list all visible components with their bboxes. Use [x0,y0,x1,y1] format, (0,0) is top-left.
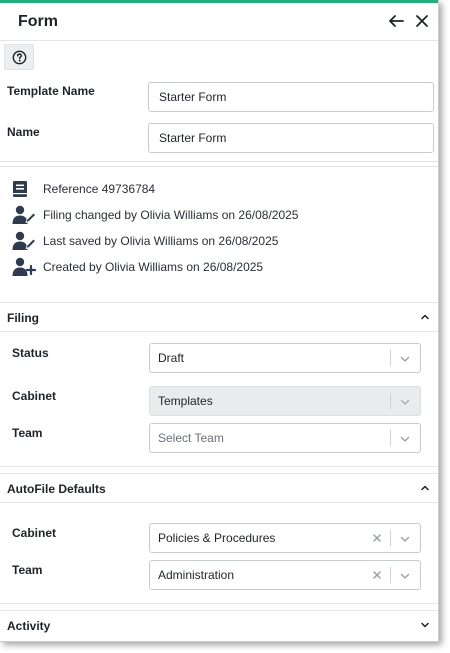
cabinet-label: Cabinet [12,389,57,403]
status-select[interactable]: Draft [149,343,421,373]
name-label: Name [7,125,40,139]
clear-icon[interactable] [371,569,383,581]
autofile-cabinet-select[interactable]: Policies & Procedures [149,523,421,553]
clear-icon[interactable] [371,532,383,544]
select-separator [390,350,391,366]
divider [0,161,438,162]
back-arrow-icon[interactable] [386,11,406,31]
reference-row: Reference 49736784 [12,179,155,199]
chevron-down-icon [399,396,411,408]
template-name-label: Template Name [7,84,95,98]
template-name-input[interactable] [148,82,434,112]
last-saved-text: Last saved by Olivia Williams on 26/08/2… [43,234,279,248]
close-icon[interactable] [412,11,432,31]
chevron-down-icon[interactable] [399,353,411,365]
activity-section-title: Activity [7,619,51,633]
chevron-down-icon[interactable] [399,433,411,445]
chevron-down-icon[interactable] [399,533,411,545]
form-panel: Form Template Name Name Reference 497367… [0,0,439,642]
autofile-cabinet-value: Policies & Procedures [158,531,276,545]
title-bar: Form [0,3,438,41]
select-separator [390,430,391,446]
team-placeholder: Select Team [158,431,224,445]
autofile-section-header[interactable]: AutoFile Defaults [0,473,438,503]
divider [0,166,438,167]
chevron-down-icon [420,620,430,630]
user-plus-icon [12,257,36,277]
autofile-team-value: Administration [158,568,235,582]
reference-text: Reference 49736784 [43,182,156,196]
book-icon [12,179,36,199]
user-edit-icon [12,205,36,225]
status-value: Draft [158,351,185,365]
activity-section-header[interactable]: Activity [0,610,438,640]
last-saved-row: Last saved by Olivia Williams on 26/08/2… [12,231,278,251]
autofile-section-title: AutoFile Defaults [7,482,106,496]
filing-section-header[interactable]: Filing [0,302,438,332]
filing-changed-row: Filing changed by Olivia Williams on 26/… [12,205,298,225]
question-circle-icon [12,50,26,64]
created-text: Created by Olivia Williams on 26/08/2025 [43,260,264,274]
filing-changed-text: Filing changed by Olivia Williams on 26/… [43,208,299,222]
name-input[interactable] [148,123,434,153]
cabinet-select: Templates [149,386,421,416]
cabinet-value: Templates [158,394,213,408]
divider [0,603,438,604]
filing-section-title: Filing [7,311,39,325]
team-label: Team [12,426,43,440]
select-separator [390,530,391,546]
divider [0,466,438,467]
select-separator [390,393,391,409]
user-edit-icon [12,231,36,251]
chevron-down-icon[interactable] [399,570,411,582]
autofile-team-label: Team [12,563,43,577]
created-row: Created by Olivia Williams on 26/08/2025 [12,257,263,277]
autofile-team-select[interactable]: Administration [149,560,421,590]
panel-title: Form [18,13,58,30]
help-button[interactable] [4,44,34,70]
select-separator [390,567,391,583]
team-select[interactable]: Select Team [149,423,421,453]
autofile-cabinet-label: Cabinet [12,526,57,540]
chevron-up-icon [420,312,430,322]
chevron-up-icon [420,483,430,493]
status-label: Status [12,346,49,360]
